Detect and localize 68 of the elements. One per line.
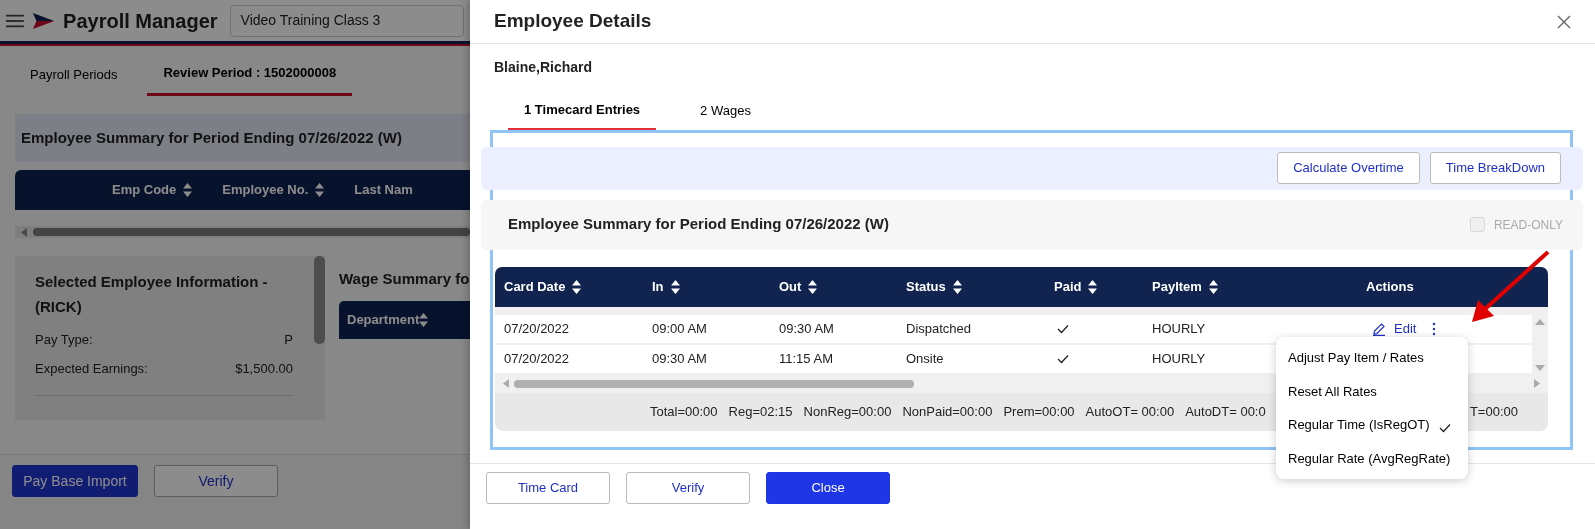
column-header[interactable]: Actions [1366,276,1414,297]
menu-item[interactable]: Reset All Rates [1276,374,1468,408]
toolbar-button[interactable]: Time BreakDown [1429,152,1561,184]
column-header[interactable]: Department [347,311,420,327]
table-cell-text: 07/20/2022 [504,349,570,368]
import-button[interactable]: Pay Base Import [12,465,138,497]
table-cell-text: 09:30 AM [652,349,707,368]
close-icon[interactable] [1557,14,1571,29]
table-cell-text: 11:15 AM [779,349,833,368]
table-cell-text: HOURLY [1152,319,1206,338]
app-title: Payroll Manager [63,8,218,34]
field-label: Pay Type: [35,330,93,349]
column-header[interactable]: Employee No. [222,180,309,200]
page-tab[interactable]: Review Period : 1502000008 [147,54,353,96]
tab[interactable]: 2 Wages [684,100,767,130]
tab[interactable]: 1 Timecard Entries [508,100,657,130]
column-header[interactable]: Card Date [504,276,566,297]
footer-button[interactable]: Time Card [486,472,610,504]
column-header[interactable]: Paid [1054,276,1082,297]
total-value: Reg=02:15 [728,402,793,421]
total-value: Total=00:00 [650,402,718,421]
field-label: Expected Earnings: [35,360,148,378]
table-cell-text: HOURLY [1152,349,1206,368]
column-header[interactable]: Emp Code [112,180,177,200]
table-cell-text: 09:00 AM [652,319,707,338]
total-value: NonReg=00:00 [803,402,892,421]
menu-item[interactable]: Regular Time (IsRegOT) [1276,408,1468,442]
menu-item[interactable]: Adjust Pay Item / Rates [1276,341,1468,375]
total-value: AutoDT= 00:0 [1185,402,1266,421]
scroll-left-icon [503,379,509,388]
toolbar-button[interactable]: Calculate Overtime [1277,152,1420,184]
scroll-left-icon [21,227,27,237]
checkbox-label: READ-ONLY [1493,216,1563,234]
page-tab[interactable]: Payroll Periods [14,54,134,96]
column-header[interactable]: PayItem [1152,276,1202,297]
column-header[interactable]: In [652,276,664,297]
table-cell-text: Onsite [906,349,944,368]
section-title: Employee Summary for Period Ending 07/26/2022 (W) [15,113,470,162]
class-select[interactable]: Video Training Class 3 [229,4,464,37]
scroll-down-icon [1535,364,1545,371]
close-button[interactable]: Close [766,472,890,504]
footer-button[interactable]: Verify [626,472,750,504]
edit-link[interactable]: Edit [1372,318,1417,339]
modal-title: Employee Details [494,10,652,33]
column-header[interactable]: Last Nam [354,180,413,200]
table-cell-text: 09:30 AM [779,319,834,338]
verify-button[interactable]: Verify [154,465,278,497]
section-title: Wage Summary fo [339,269,470,289]
table-cell-text: Dispatched [906,319,972,338]
total-value: NonPaid=00:00 [902,402,993,421]
menu-icon[interactable] [6,12,24,29]
section-title: Employee Summary for Period Ending 07/26/2022 (W) [508,214,889,235]
pencil-icon [1372,321,1386,336]
table-cell-text: 07/20/2022 [504,319,570,338]
logo-icon [31,10,56,31]
column-header[interactable]: Out [779,276,802,297]
total-value: AutoOT= 00:00 [1085,402,1175,421]
scroll-up-icon [1535,318,1545,325]
field-value: P [284,330,293,349]
card-title: Selected Employee Information - (RICK) [35,272,269,317]
field-value: $1,500.00 [235,360,293,378]
total-value: T=00:00 [1469,402,1518,421]
kebab-icon[interactable] [1432,321,1437,336]
employee-name: Blaine,Richard [493,58,594,77]
column-header[interactable]: Status [906,276,946,297]
total-value: Prem=00:00 [1003,402,1075,421]
menu-item[interactable]: Regular Rate (AvgRegRate) [1276,441,1468,475]
scroll-right-icon [1534,379,1540,388]
